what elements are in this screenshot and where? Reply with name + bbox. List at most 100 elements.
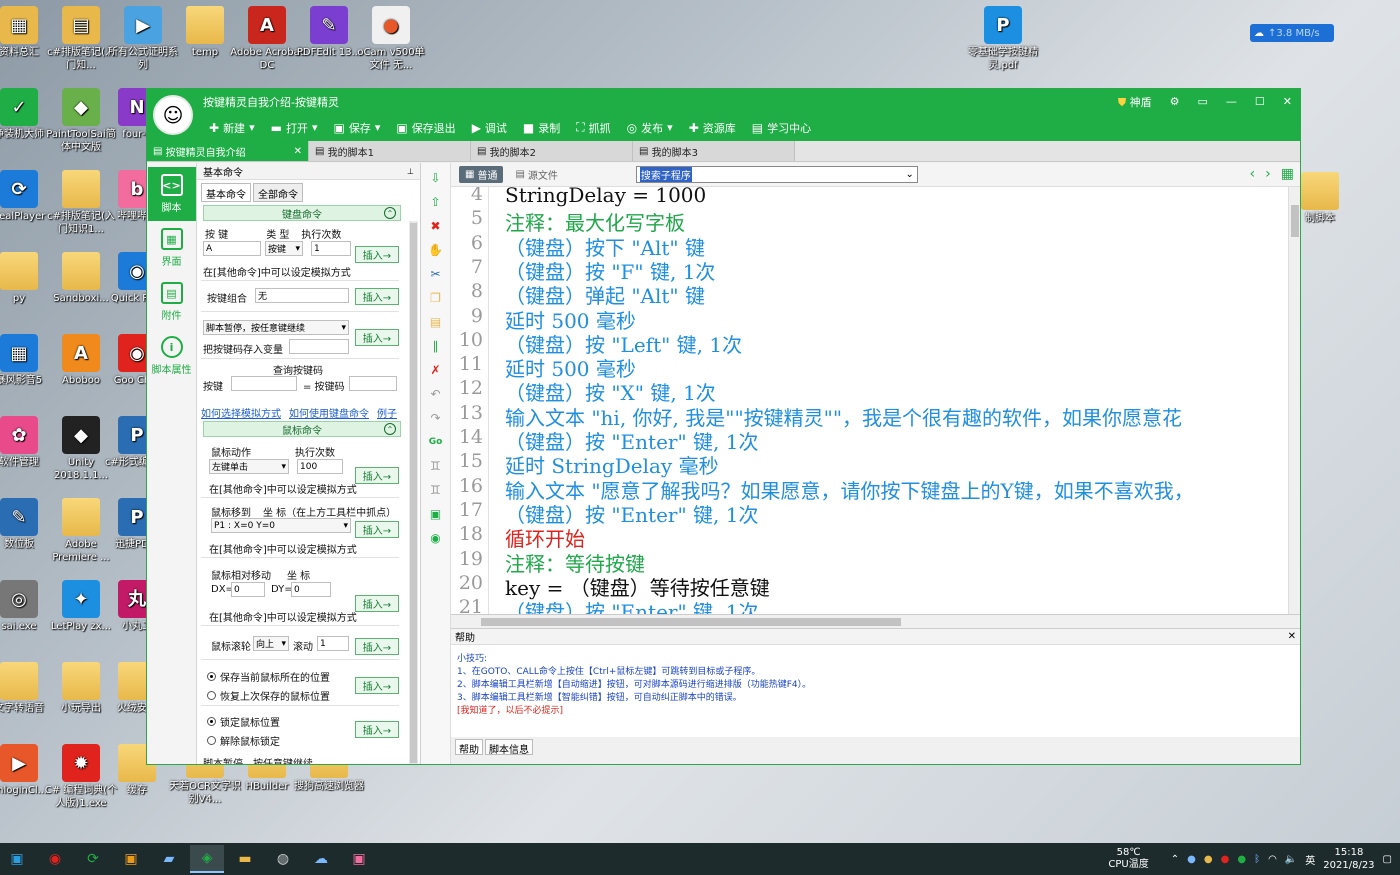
insert-button[interactable]: 插入→ bbox=[355, 288, 399, 305]
wifi-icon[interactable]: ◠ bbox=[1268, 854, 1277, 865]
chevron-right-icon[interactable]: › bbox=[1265, 166, 1271, 182]
save-exit-button[interactable]: ▣ 保存退出 bbox=[392, 117, 459, 139]
tab-script3[interactable]: ▤ 我的脚本3 bbox=[633, 141, 795, 161]
bilibili-icon[interactable]: ▣ bbox=[342, 845, 376, 873]
link-keyboard-usage[interactable]: 如何使用键盘命令 bbox=[289, 405, 369, 420]
close-icon[interactable]: ✕ bbox=[1283, 95, 1292, 108]
clock[interactable]: 15:18 2021/8/23 bbox=[1323, 846, 1374, 872]
pin-icon[interactable]: ⊥ bbox=[407, 167, 414, 176]
collapse-icon[interactable]: ⌃ bbox=[384, 207, 396, 219]
sync-icon[interactable]: ⟳ bbox=[76, 845, 110, 873]
nav-script[interactable]: <> 脚本 bbox=[147, 167, 196, 221]
mouse-count-input[interactable]: 100 bbox=[297, 459, 343, 474]
open-button[interactable]: ▬ 打开 ▾ bbox=[267, 117, 322, 139]
notes-icon[interactable]: ▰ bbox=[152, 845, 186, 873]
goto-icon[interactable]: Go bbox=[427, 431, 445, 453]
nav-properties[interactable]: i 脚本属性 bbox=[148, 329, 196, 383]
maximize-icon[interactable]: ☐ bbox=[1255, 95, 1265, 108]
delete-icon[interactable]: ✖ bbox=[427, 215, 445, 237]
tab-script1[interactable]: ▤ 我的脚本1 bbox=[309, 141, 471, 161]
new-button[interactable]: ✚ 新建 ▾ bbox=[205, 117, 259, 139]
user-avatar[interactable]: ☺ bbox=[153, 95, 193, 135]
dismiss-tips-link[interactable]: [我知道了，以后不必提示] bbox=[457, 705, 1294, 718]
insert-button[interactable]: 插入→ bbox=[355, 721, 399, 738]
mode-normal-tab[interactable]: ▦ 普通 bbox=[459, 166, 504, 183]
count-stepper[interactable]: 1 bbox=[311, 241, 351, 256]
restore-pos-option[interactable]: 恢复上次保存的鼠标位置 bbox=[207, 688, 330, 703]
store-variable-input[interactable] bbox=[289, 339, 349, 354]
mouse-section-header[interactable]: 鼠标命令 ⌃ bbox=[203, 421, 401, 437]
save-pos-option[interactable]: 保存当前鼠标所在的位置 bbox=[207, 669, 330, 684]
anjian-taskbar-icon[interactable]: ◈ bbox=[190, 845, 224, 873]
explorer-icon[interactable]: ▬ bbox=[228, 845, 262, 873]
hand-icon[interactable]: ✋ bbox=[427, 239, 445, 261]
query-code-input[interactable] bbox=[349, 376, 397, 391]
tab-intro[interactable]: ▤ 按键精灵自我介绍 ✕ bbox=[147, 141, 309, 161]
ime-indicator[interactable]: 英 bbox=[1305, 852, 1315, 867]
settings-icon[interactable]: ⚙ bbox=[1170, 95, 1180, 108]
desktop-icon-right[interactable]: 制脚本 bbox=[1300, 172, 1340, 225]
chevron-left-icon[interactable]: ‹ bbox=[1250, 166, 1256, 182]
debug-button[interactable]: ▶ 调试 bbox=[468, 117, 511, 139]
lock-pos-option[interactable]: 锁定鼠标位置 bbox=[207, 714, 280, 729]
chevron-up-icon[interactable]: ⌃ bbox=[1171, 854, 1179, 865]
link-simulation[interactable]: 如何选择模拟方式 bbox=[201, 405, 281, 420]
paste-icon[interactable]: ▤ bbox=[427, 311, 445, 333]
tab-script-info[interactable]: 脚本信息 bbox=[485, 739, 533, 756]
arrow-up-icon[interactable]: ⇧ bbox=[427, 191, 445, 213]
pause-select[interactable]: 脚本暂停，按任意键继续 ▾ bbox=[203, 320, 349, 335]
code-line[interactable]: （键盘）按 "Enter" 键, 1次 bbox=[505, 596, 758, 614]
arrow-down-icon[interactable]: ⇩ bbox=[427, 167, 445, 189]
record-button[interactable]: ■ 录制 bbox=[519, 117, 564, 139]
camera-app-icon[interactable]: ◍ bbox=[266, 845, 300, 873]
insert-button[interactable]: 插入→ bbox=[355, 246, 399, 263]
format-icon[interactable]: ▣ bbox=[427, 503, 445, 525]
wheel-direction-select[interactable]: 向上 ▾ bbox=[253, 636, 289, 651]
collapse-icon[interactable]: ⌃ bbox=[384, 423, 396, 435]
dx-stepper[interactable]: 0 bbox=[231, 582, 265, 597]
nav-attachment[interactable]: ▤ 附件 bbox=[148, 275, 196, 329]
tray-app-icon[interactable]: ● bbox=[1204, 854, 1213, 865]
code-line[interactable]: StringDelay = 1000 bbox=[505, 187, 706, 207]
tray-app-icon[interactable]: ● bbox=[1237, 854, 1246, 865]
redo-icon[interactable]: ↷ bbox=[427, 407, 445, 429]
insert-button[interactable]: 插入→ bbox=[355, 467, 399, 484]
subtab-all[interactable]: 全部命令 bbox=[253, 183, 303, 202]
subroutine-search[interactable]: 搜索子程序 ⌄ bbox=[635, 166, 918, 183]
command-scrollbar[interactable] bbox=[409, 221, 418, 764]
cut-icon[interactable]: ✂ bbox=[427, 263, 445, 285]
find-icon[interactable]: ♊ bbox=[427, 455, 445, 477]
cloud-app-icon[interactable]: ☁ bbox=[304, 845, 338, 873]
volume-icon[interactable]: 🔈 bbox=[1285, 854, 1297, 865]
bluetooth-icon[interactable]: ᛒ bbox=[1254, 854, 1260, 865]
tab-help[interactable]: 帮助 bbox=[455, 739, 483, 756]
code-editor[interactable]: 4 5 6 7 8 9 10 11 12 13 14 15 16 17 18 19 20 21 StringDel… bbox=[451, 187, 1300, 615]
mode-source-tab[interactable]: ▤ 源文件 bbox=[509, 166, 563, 183]
capture-button[interactable]: ⛶ 抓抓 bbox=[572, 117, 614, 139]
editor-vscrollbar[interactable] bbox=[1288, 187, 1300, 614]
close-icon[interactable]: ✕ bbox=[1288, 631, 1296, 642]
copy-icon[interactable]: ❐ bbox=[427, 287, 445, 309]
replace-icon[interactable]: ♊ bbox=[427, 479, 445, 501]
link-example[interactable]: 例子 bbox=[377, 405, 397, 420]
scroll-input[interactable]: 1 bbox=[317, 636, 349, 651]
minimize-icon[interactable]: — bbox=[1226, 95, 1237, 108]
keyboard-section-header[interactable]: 键盘命令 ⌃ bbox=[203, 205, 401, 221]
undo-icon[interactable]: ↶ bbox=[427, 383, 445, 405]
query-key-input[interactable] bbox=[231, 376, 297, 391]
shield-button[interactable]: ⛊ 神盾 bbox=[1118, 94, 1152, 110]
tray-app-icon[interactable]: ● bbox=[1221, 854, 1230, 865]
mouse-action-select[interactable]: 左键单击 ▾ bbox=[209, 459, 289, 474]
insert-button[interactable]: 插入→ bbox=[355, 595, 399, 612]
start-app-icon[interactable]: ▣ bbox=[0, 845, 34, 873]
desktop-icon-pdf[interactable]: P 零基础学按键精灵.pdf bbox=[966, 6, 1040, 72]
tab-script2[interactable]: ▤ 我的脚本2 bbox=[471, 141, 633, 161]
key-input[interactable]: A bbox=[203, 241, 261, 256]
unlock-pos-option[interactable]: 解除鼠标锁定 bbox=[207, 733, 280, 748]
comment-icon[interactable]: ∥ bbox=[427, 335, 445, 357]
insert-button[interactable]: 插入→ bbox=[355, 521, 399, 538]
subtab-basic[interactable]: 基本命令 bbox=[201, 183, 251, 202]
chrome-icon[interactable]: ◉ bbox=[38, 845, 72, 873]
layout-icon[interactable]: ▦ bbox=[1281, 166, 1294, 182]
insert-button[interactable]: 插入→ bbox=[355, 677, 399, 694]
